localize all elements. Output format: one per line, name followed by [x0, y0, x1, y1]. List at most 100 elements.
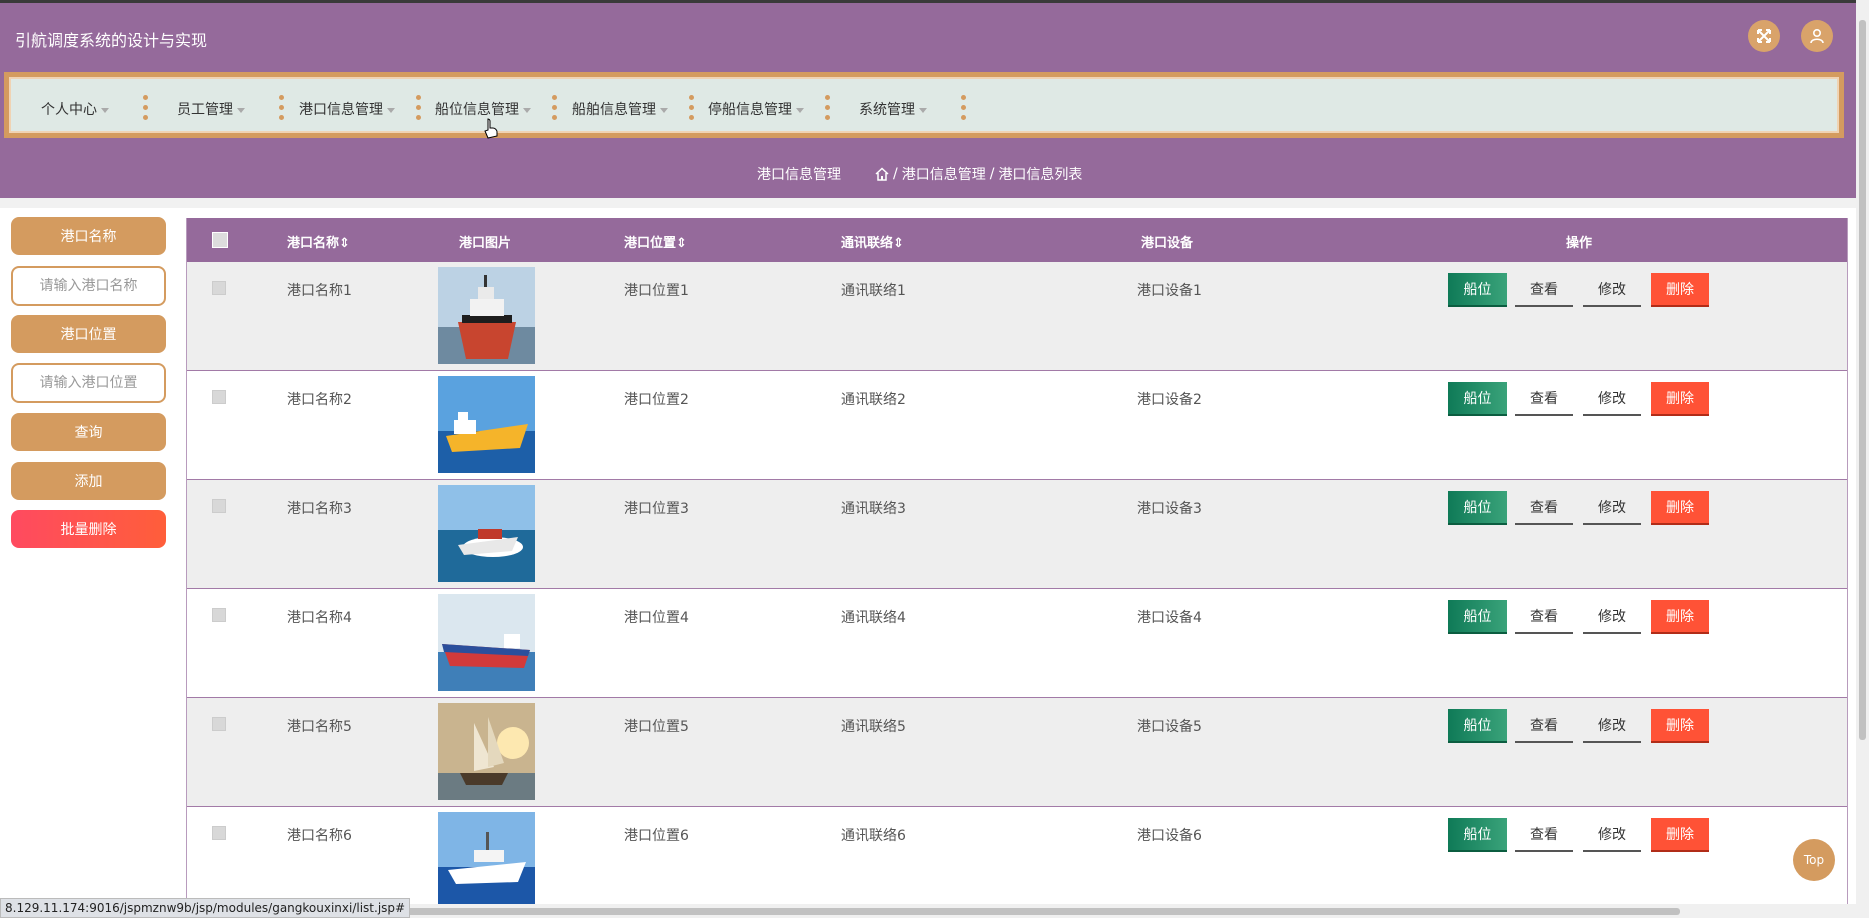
nav-item-mooring-info[interactable]: 停船信息管理 — [708, 99, 804, 119]
view-button[interactable]: 查看 — [1515, 273, 1573, 307]
view-button[interactable]: 查看 — [1515, 491, 1573, 525]
table-row: 港口名称5 港口位置5 通讯联络5 港口设备5 船位 查看 修改 删除 — [187, 698, 1847, 807]
port-equipment-cell: 港口设备3 — [1137, 501, 1202, 517]
port-name-cell: 港口名称6 — [287, 828, 352, 844]
row-checkbox[interactable] — [212, 281, 226, 295]
delete-button[interactable]: 删除 — [1651, 709, 1709, 743]
nav-divider — [143, 95, 148, 125]
delete-button[interactable]: 删除 — [1651, 600, 1709, 634]
column-header-image: 港口图片 — [459, 236, 512, 251]
query-button[interactable]: 查询 — [11, 413, 166, 451]
fullscreen-icon[interactable] — [1748, 20, 1780, 52]
divider — [0, 198, 1856, 208]
port-equipment-cell: 港口设备1 — [1137, 283, 1202, 299]
app-title: 引航调度系统的设计与实现 — [15, 31, 208, 50]
row-checkbox[interactable] — [212, 608, 226, 622]
port-contact-cell: 通讯联络2 — [841, 392, 906, 408]
port-image-ship — [438, 267, 535, 364]
nav-item-label: 停船信息管理 — [708, 102, 792, 118]
delete-button[interactable]: 删除 — [1651, 273, 1709, 307]
add-button[interactable]: 添加 — [11, 462, 166, 500]
nav-divider — [416, 95, 421, 125]
row-checkbox[interactable] — [212, 717, 226, 731]
sort-icon: ⇕ — [893, 236, 904, 251]
select-all-checkbox[interactable] — [212, 232, 228, 248]
breadcrumb-bar: 港口信息管理 / 港口信息管理 / 港口信息列表 — [0, 146, 1856, 198]
column-header-name[interactable]: 港口名称⇕ — [287, 232, 350, 251]
row-checkbox[interactable] — [212, 499, 226, 513]
delete-button[interactable]: 删除 — [1651, 818, 1709, 852]
table-row: 港口名称6 港口位置6 通讯联络6 港口设备6 船位 查看 修改 删除 — [187, 807, 1847, 916]
page-title: 港口信息管理 — [757, 167, 841, 183]
port-name-input[interactable] — [11, 266, 166, 306]
caret-down-icon — [660, 107, 668, 113]
edit-button[interactable]: 修改 — [1583, 818, 1641, 852]
edit-button[interactable]: 修改 — [1583, 600, 1641, 634]
port-name-cell: 港口名称4 — [287, 610, 352, 626]
nav-item-label: 港口信息管理 — [299, 102, 383, 118]
column-header-equipment: 港口设备 — [1141, 236, 1194, 251]
berth-button[interactable]: 船位 — [1448, 273, 1507, 307]
row-checkbox[interactable] — [212, 826, 226, 840]
row-checkbox[interactable] — [212, 390, 226, 404]
back-to-top-button[interactable]: Top — [1793, 839, 1835, 881]
nav-item-label: 员工管理 — [177, 102, 233, 118]
view-button[interactable]: 查看 — [1515, 382, 1573, 416]
caret-down-icon — [919, 107, 927, 113]
user-icon[interactable] — [1801, 20, 1833, 52]
port-image-ship — [438, 376, 535, 473]
caret-down-icon — [101, 107, 109, 113]
nav-item-system[interactable]: 系统管理 — [859, 99, 927, 119]
breadcrumb-separator: / — [893, 166, 898, 182]
caret-down-icon — [387, 107, 395, 113]
nav-item-ship-info[interactable]: 船舶信息管理 — [572, 99, 668, 119]
caret-down-icon — [796, 107, 804, 113]
nav-divider — [961, 95, 966, 125]
port-image-sailing-ship — [438, 703, 535, 800]
edit-button[interactable]: 修改 — [1583, 273, 1641, 307]
port-image-speedboat — [438, 485, 535, 582]
nav-divider — [279, 95, 284, 125]
berth-button[interactable]: 船位 — [1448, 709, 1507, 743]
nav-item-staff[interactable]: 员工管理 — [177, 99, 245, 119]
column-header-actions: 操作 — [1566, 236, 1593, 251]
berth-button[interactable]: 船位 — [1448, 818, 1507, 852]
column-header-contact[interactable]: 通讯联络⇕ — [841, 232, 904, 251]
nav-item-berth-info[interactable]: 船位信息管理 — [435, 99, 531, 119]
berth-button[interactable]: 船位 — [1448, 491, 1507, 525]
table-row: 港口名称3 港口位置3 通讯联络3 港口设备3 船位 查看 修改 删除 — [187, 480, 1847, 589]
view-button[interactable]: 查看 — [1515, 818, 1573, 852]
home-icon[interactable] — [875, 167, 889, 181]
nav-item-personal-center[interactable]: 个人中心 — [41, 99, 109, 119]
vertical-scrollbar[interactable] — [1856, 0, 1869, 918]
edit-button[interactable]: 修改 — [1583, 709, 1641, 743]
port-contact-cell: 通讯联络5 — [841, 719, 906, 735]
port-contact-cell: 通讯联络4 — [841, 610, 906, 626]
sort-icon: ⇕ — [339, 236, 350, 251]
view-button[interactable]: 查看 — [1515, 600, 1573, 634]
port-location-input[interactable] — [11, 363, 166, 403]
berth-button[interactable]: 船位 — [1448, 600, 1507, 634]
delete-button[interactable]: 删除 — [1651, 491, 1709, 525]
port-equipment-cell: 港口设备6 — [1137, 828, 1202, 844]
caret-down-icon — [523, 107, 531, 113]
port-table: 港口名称⇕ 港口图片 港口位置⇕ 通讯联络⇕ 港口设备 操作 港口名称1 港口位… — [186, 218, 1848, 916]
port-name-cell: 港口名称2 — [287, 392, 352, 408]
port-location-cell: 港口位置5 — [624, 719, 689, 735]
batch-delete-button[interactable]: 批量删除 — [11, 510, 166, 548]
table-row: 港口名称2 港口位置2 通讯联络2 港口设备2 船位 查看 修改 删除 — [187, 371, 1847, 480]
port-location-cell: 港口位置3 — [624, 501, 689, 517]
column-header-location[interactable]: 港口位置⇕ — [624, 232, 687, 251]
breadcrumb-item[interactable]: 港口信息管理 — [902, 164, 986, 184]
caret-down-icon — [237, 107, 245, 113]
port-location-cell: 港口位置4 — [624, 610, 689, 626]
nav-item-label: 系统管理 — [859, 102, 915, 118]
berth-button[interactable]: 船位 — [1448, 382, 1507, 416]
breadcrumb-item: 港口信息列表 — [998, 167, 1083, 183]
nav-item-port-info[interactable]: 港口信息管理 — [299, 99, 395, 119]
view-button[interactable]: 查看 — [1515, 709, 1573, 743]
edit-button[interactable]: 修改 — [1583, 382, 1641, 416]
edit-button[interactable]: 修改 — [1583, 491, 1641, 525]
status-url: 8.129.11.174:9016/jspmznw9b/jsp/modules/… — [0, 898, 411, 918]
delete-button[interactable]: 删除 — [1651, 382, 1709, 416]
